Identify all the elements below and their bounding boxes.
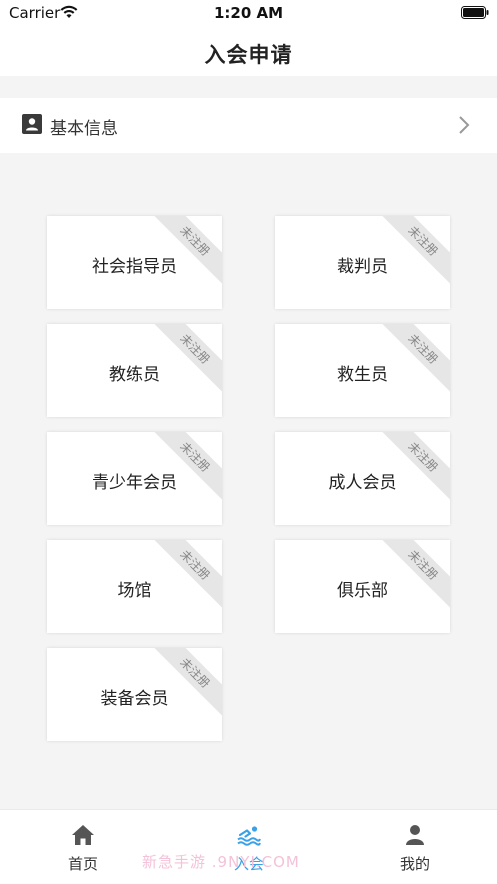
card-label: 教练员 (109, 365, 160, 385)
card-social-instructor[interactable]: 未注册 社会指导员 (47, 216, 222, 309)
tab-join[interactable]: 入会 (166, 810, 332, 884)
tab-profile-label: 我的 (399, 855, 430, 873)
card-label: 救生员 (337, 365, 388, 385)
page-title: 入会申请 (204, 43, 293, 67)
card-label: 场馆 (117, 581, 152, 601)
tab-home[interactable]: 首页 (0, 810, 166, 884)
status-time: 1:20 AM (213, 4, 284, 22)
card-equipment-member[interactable]: 未注册 装备会员 (47, 648, 222, 741)
navigation-bar: 入会申请 (0, 26, 497, 76)
tab-bar: 首页 入会 我的 (0, 809, 497, 884)
card-label: 装备会员 (100, 689, 169, 709)
chevron-right-icon (459, 116, 470, 134)
basic-info-label: 基本信息 (50, 119, 118, 139)
person-icon (406, 825, 424, 845)
swimmer-icon (237, 826, 261, 846)
card-label: 社会指导员 (92, 257, 177, 277)
card-venue[interactable]: 未注册 场馆 (47, 540, 222, 633)
card-youth-member[interactable]: 未注册 青少年会员 (47, 432, 222, 525)
card-club[interactable]: 未注册 俱乐部 (275, 540, 450, 633)
card-label: 青少年会员 (92, 473, 177, 493)
card-lifeguard[interactable]: 未注册 救生员 (275, 324, 450, 417)
battery-icon (461, 6, 489, 19)
status-bar: Carrier 1:20 AM (0, 0, 497, 26)
card-adult-member[interactable]: 未注册 成人会员 (275, 432, 450, 525)
card-label: 裁判员 (337, 257, 388, 277)
tab-profile[interactable]: 我的 (332, 810, 497, 884)
card-referee[interactable]: 未注册 裁判员 (275, 216, 450, 309)
card-label: 俱乐部 (337, 581, 388, 601)
id-card-icon (22, 114, 42, 134)
home-icon (72, 825, 94, 845)
basic-info-row[interactable]: 基本信息 (0, 98, 497, 153)
card-coach[interactable]: 未注册 教练员 (47, 324, 222, 417)
watermark: 新急手游 .9NYI.COM (142, 853, 300, 871)
card-label: 成人会员 (328, 473, 397, 493)
